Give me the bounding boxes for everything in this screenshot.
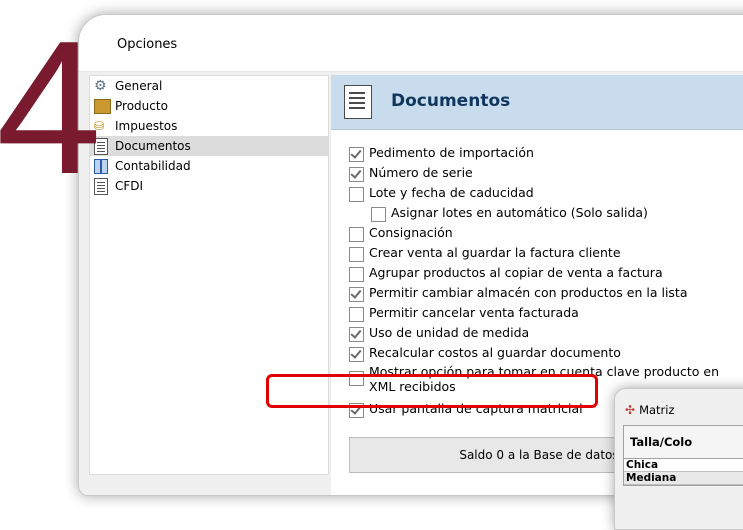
grid-row[interactable]: Chica: [624, 459, 743, 472]
nav-item-label: General: [115, 79, 163, 93]
matrix-grid: Talla/Colo Chica Mediana: [623, 425, 743, 486]
title-divider: [79, 71, 743, 72]
document-icon: [344, 85, 372, 119]
checkbox[interactable]: [349, 267, 364, 282]
highlight-frame: [266, 374, 598, 408]
option-unidad-medida[interactable]: Uso de unidad de medida: [349, 325, 743, 345]
panel-title: Documentos: [391, 91, 511, 111]
option-cancelar-venta[interactable]: Permitir cancelar venta facturada: [349, 305, 743, 325]
option-recalcular-costos[interactable]: Recalcular costos al guardar documento: [349, 345, 743, 365]
checkbox[interactable]: [349, 147, 364, 162]
nav-item-label: CFDI: [115, 179, 144, 193]
nav-item-contabilidad[interactable]: Contabilidad: [90, 156, 328, 176]
checkbox[interactable]: [349, 227, 364, 242]
nav-item-label: Contabilidad: [115, 159, 191, 173]
option-pedimento[interactable]: Pedimento de importación: [349, 145, 743, 165]
window-title: Opciones: [117, 37, 178, 52]
option-label: Permitir cambiar almacén con productos e…: [369, 285, 688, 300]
nav-item-label: Producto: [115, 99, 168, 113]
matrix-window: ✣ Matriz Talla/Colo Chica Mediana: [614, 388, 743, 530]
nav-item-impuestos[interactable]: ⛁ Impuestos: [90, 116, 328, 136]
checkbox[interactable]: [349, 347, 364, 362]
matrix-title: Matriz: [639, 403, 675, 417]
option-lote-caducidad[interactable]: Lote y fecha de caducidad: [349, 185, 743, 205]
matrix-title-bar: ✣ Matriz: [625, 403, 675, 417]
option-crear-venta[interactable]: Crear venta al guardar la factura client…: [349, 245, 743, 265]
option-label: Consignación: [369, 225, 453, 240]
nav-item-label: Documentos: [115, 139, 191, 153]
checkbox[interactable]: [349, 167, 364, 182]
option-label: Recalcular costos al guardar documento: [369, 345, 621, 360]
checkbox[interactable]: [349, 187, 364, 202]
option-label: Lote y fecha de caducidad: [369, 185, 534, 200]
option-label: Agrupar productos al copiar de venta a f…: [369, 265, 663, 280]
option-label: Pedimento de importación: [369, 145, 534, 160]
checkbox[interactable]: [349, 247, 364, 262]
step-number: 4: [0, 2, 102, 214]
panel-header: Documentos: [331, 75, 743, 130]
option-label: Permitir cancelar venta facturada: [369, 305, 579, 320]
checkbox[interactable]: [349, 327, 364, 342]
grid-column-header: Talla/Colo: [624, 426, 743, 459]
title-bar: Opciones: [79, 15, 743, 71]
option-label: Asignar lotes en automático (Solo salida…: [391, 205, 648, 220]
grid-row[interactable]: Mediana: [624, 472, 743, 485]
nav-item-general[interactable]: ⚙ General: [90, 76, 328, 96]
checkbox[interactable]: [371, 207, 386, 222]
option-label: Crear venta al guardar la factura client…: [369, 245, 621, 260]
option-consignacion[interactable]: Consignación: [349, 225, 743, 245]
option-label: Uso de unidad de medida: [369, 325, 530, 340]
option-numero-serie[interactable]: Número de serie: [349, 165, 743, 185]
checkbox[interactable]: [349, 307, 364, 322]
nav-item-cfdi[interactable]: CFDI: [90, 176, 328, 196]
option-asignar-lotes[interactable]: Asignar lotes en automático (Solo salida…: [349, 205, 743, 225]
checkbox[interactable]: [349, 287, 364, 302]
nav-item-producto[interactable]: Producto: [90, 96, 328, 116]
nav-item-label: Impuestos: [115, 119, 178, 133]
matrix-icon: ✣: [625, 403, 636, 417]
option-cambiar-almacen[interactable]: Permitir cambiar almacén con productos e…: [349, 285, 743, 305]
option-agrupar-productos[interactable]: Agrupar productos al copiar de venta a f…: [349, 265, 743, 285]
nav-item-documentos[interactable]: Documentos: [90, 136, 328, 156]
options-nav: ⚙ General Producto ⛁ Impuestos Documento…: [89, 75, 329, 475]
option-label: Número de serie: [369, 165, 473, 180]
